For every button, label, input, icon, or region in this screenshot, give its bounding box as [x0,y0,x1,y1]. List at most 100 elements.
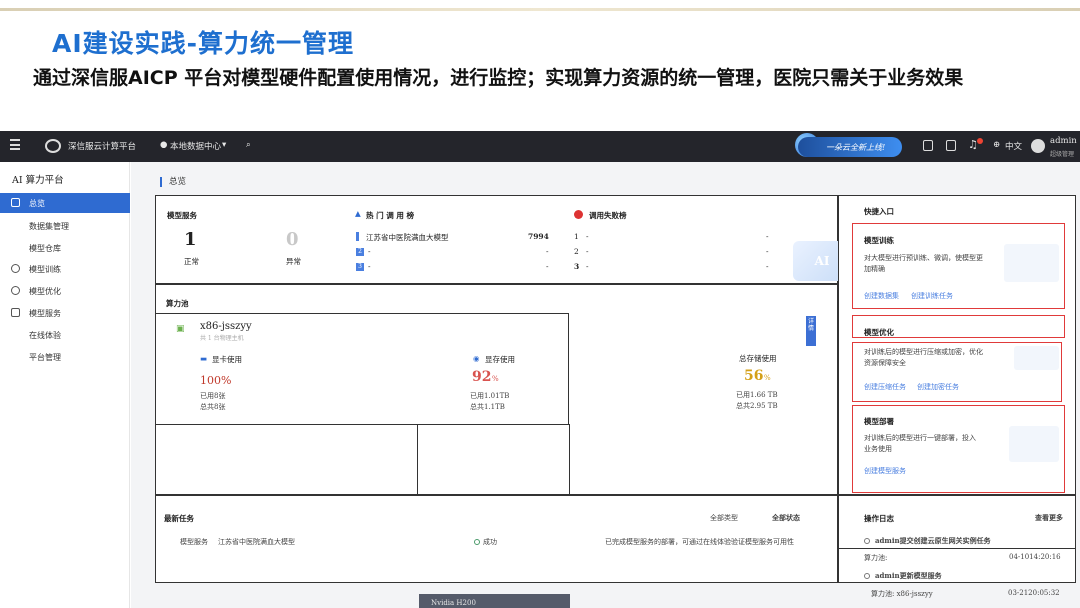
hot-rank-name-2: - [368,247,371,256]
abnormal-label: 异常 [286,257,301,266]
success-dot-icon [474,539,480,545]
datacenter-selector[interactable]: 本地数据中心 [170,140,221,152]
app-name: 深信服云计算平台 [68,142,137,152]
gpu-card-icon: ▬ [200,354,208,363]
hot-rank-value-1: 7994 [528,232,549,241]
gpu-used: 已用8张 [200,392,226,400]
hot-rank-name-1: 江苏省中医院满血大模型 [366,233,449,242]
task-status-label: 成功 [483,538,497,546]
fail-rank-name-2: - [586,247,589,256]
breadcrumb: 总览 [160,177,186,187]
op-log-title: 操作日志 [864,514,894,523]
log-entry-2: admin更新模型服务 [864,571,942,581]
highlight-optimize-card [852,342,1062,402]
node-sub: 共 1 台物理主机 [200,335,244,342]
optimize-icon [11,286,20,295]
memory-icon: ◉ [473,354,480,363]
sidebar-item-model-optimize[interactable]: 模型优化 [0,281,130,301]
fail-rank-badge-2: 2 [574,247,579,256]
clipboard-icon[interactable] [946,140,956,151]
storage-used: 已用1.66 TB [736,391,778,399]
log-entry-1-pool: 算力池: [864,554,888,562]
filter-status[interactable]: 全部状态 [772,513,800,523]
sidebar-item-label: 数据集管理 [29,222,69,231]
sidebar-item-platform-admin[interactable]: 平台管理 [0,347,130,367]
promo-banner[interactable]: 一朵云全新上线! [798,137,902,157]
document-icon[interactable] [923,140,933,151]
gpu-total: 总共8张 [200,403,226,411]
hot-rank-title: 热 门 调 用 榜 [366,211,414,220]
gpu-model-bar: Nvidia H200 [419,594,570,608]
sidebar-item-label: 在线体验 [29,331,61,340]
hot-rank-value-3: - [546,262,549,271]
task-status: 成功 [474,537,497,547]
fail-rank-badge-1: 1 [574,232,579,241]
sidebar-item-label: 模型仓库 [29,244,61,253]
highlight-training-card [852,223,1065,309]
log-entry-2-time: 03-2120:05:32 [1008,589,1060,597]
sidebar-item-datasets[interactable]: 数据集管理 [0,216,130,236]
top-bar: 深信服云计算平台 ● 本地数据中心 ▾ ⌕ 一朵云全新上线! ♫ ⊕ 中文 ad… [0,131,1080,162]
sidebar-item-model-service[interactable]: 模型服务 [0,303,130,323]
storage-usage-unit: % [764,374,771,382]
log-divider [839,548,1075,549]
fail-rank-name-1: - [586,232,589,241]
pool-empty-cell [156,424,418,495]
search-icon[interactable]: ⌕ [246,140,251,150]
location-pin-icon: ● [160,140,168,150]
quick-entry-title: 快捷入口 [864,207,894,216]
language-switch[interactable]: 中文 [1005,140,1022,152]
sidebar-item-model-training[interactable]: 模型训练 [0,259,130,279]
compute-pool-panel: 算力池 ▣ x86-jsszyy 共 1 台物理主机 ▬ 显卡使用 100% 已… [155,284,838,495]
gpu-usage-percent: 100% [200,374,232,387]
pool-detail-tab[interactable]: 详情 [806,316,816,346]
highlight-optimize-title [852,315,1065,338]
hot-rank-badge-2: 2 [356,248,364,256]
log-dot-icon [864,538,870,544]
storage-usage-label: 总存储使用 [739,354,777,363]
fail-rank-title: 调用失败榜 [589,211,627,220]
avatar[interactable] [1031,139,1045,153]
service-icon [11,308,20,317]
screenshot-app: 深信服云计算平台 ● 本地数据中心 ▾ ⌕ 一朵云全新上线! ♫ ⊕ 中文 ad… [0,131,1080,608]
operation-log-panel: 操作日志 查看更多 admin提交创建云原生网关实例任务 算力池: 04-101… [838,495,1076,583]
menu-icon[interactable] [10,139,20,151]
hot-rank-name-3: - [368,262,371,271]
gpu-chip-icon: ▣ [176,324,185,334]
chevron-down-icon[interactable]: ▾ [222,140,226,150]
sidebar-item-label: 总览 [29,199,45,208]
filter-type[interactable]: 全部类型 [710,513,738,523]
log-entry-2-pool: 算力池: x86-jsszyy [871,590,933,598]
fail-rank-value-2: - [766,247,769,256]
sidebar-item-label: 模型训练 [29,265,61,274]
task-name: 江苏省中医院满血大模型 [218,538,295,546]
pool-divider [569,424,570,495]
service-overview-panel: 模型服务 1 正常 0 异常 ▲ 热 门 调 用 榜 江苏省中医院满血大模型 7… [155,195,851,284]
normal-label: 正常 [184,257,199,266]
sidebar-item-model-repo[interactable]: 模型仓库 [0,238,130,258]
model-service-title: 模型服务 [167,211,197,220]
log-entry-1-time: 04-1014:20:16 [1009,553,1061,561]
notification-badge [977,138,983,144]
fire-icon: ▲ [355,209,361,218]
slide-description: 通过深信服AICP 平台对模型硬件配置使用情况，进行监控；实现算力资源的统一管理… [33,67,964,89]
sidebar-title: AI 算力平台 [12,175,64,186]
globe-icon[interactable]: ⊕ [993,140,1000,150]
sangfor-logo-icon [45,139,61,153]
log-entry-1: admin提交创建云原生网关实例任务 [864,536,991,546]
memory-usage-percent: 92 [472,369,492,385]
sidebar-item-overview[interactable]: 总览 [0,193,130,213]
dashboard-icon [11,198,20,207]
storage-total: 总共2.95 TB [736,402,778,410]
pool-node-card: ▣ x86-jsszyy 共 1 台物理主机 ▬ 显卡使用 100% 已用8张 … [156,313,569,424]
sidebar-item-label: 模型优化 [29,287,61,296]
abnormal-count: 0 [286,229,299,250]
sidebar-item-online-trial[interactable]: 在线体验 [0,325,130,345]
node-name[interactable]: x86-jsszyy [200,321,252,332]
latest-tasks-title: 最新任务 [164,514,194,523]
memory-used: 已用1.01TB [470,392,510,400]
slide-top-rule [0,8,1080,11]
view-more-link[interactable]: 查看更多 [1035,513,1063,523]
user-name[interactable]: admin [1050,136,1077,146]
log-entry-2-text: admin更新模型服务 [875,571,942,580]
